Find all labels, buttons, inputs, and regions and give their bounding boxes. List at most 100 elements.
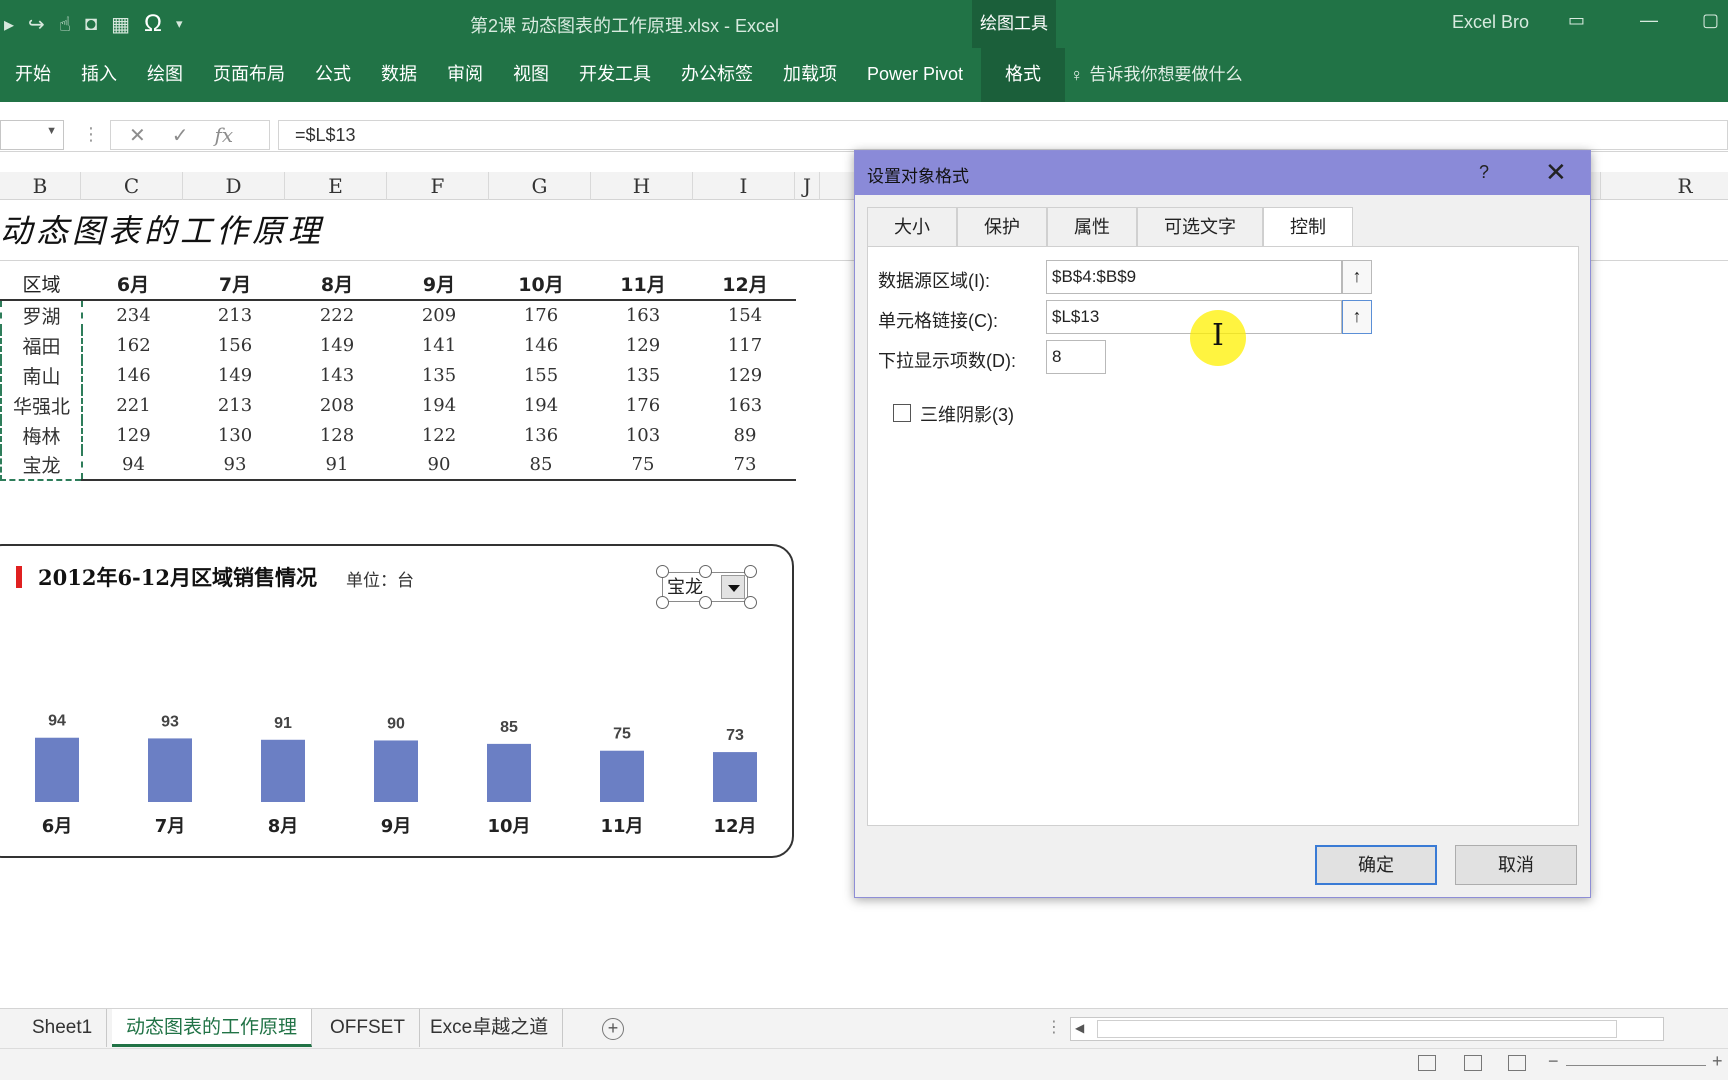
- tab-size[interactable]: 大小: [867, 207, 957, 247]
- value-cell[interactable]: 117: [694, 330, 796, 360]
- value-cell[interactable]: 176: [592, 390, 694, 420]
- value-cell[interactable]: 194: [388, 390, 490, 420]
- redo-icon[interactable]: ↪: [24, 12, 49, 37]
- value-cell[interactable]: 209: [388, 300, 490, 330]
- tab-add-ins[interactable]: 加载项: [768, 48, 852, 102]
- tab-alt-text[interactable]: 可选文字: [1137, 207, 1263, 247]
- value-cell[interactable]: 154: [694, 300, 796, 330]
- value-cell[interactable]: 221: [82, 390, 184, 420]
- value-cell[interactable]: 162: [82, 330, 184, 360]
- tab-home[interactable]: 开始: [0, 48, 66, 102]
- chart-bar[interactable]: [487, 743, 531, 802]
- region-cell[interactable]: 罗湖: [0, 299, 83, 330]
- tab-developer[interactable]: 开发工具: [564, 48, 666, 102]
- value-cell[interactable]: 129: [694, 360, 796, 390]
- value-cell[interactable]: 213: [184, 390, 286, 420]
- value-cell[interactable]: 122: [388, 420, 490, 450]
- value-cell[interactable]: 75: [592, 450, 694, 481]
- value-cell[interactable]: 129: [82, 420, 184, 450]
- add-sheet-icon[interactable]: +: [602, 1018, 624, 1040]
- sheet-tab-sheet1[interactable]: Sheet1: [18, 1009, 108, 1047]
- ok-button[interactable]: 确定: [1315, 845, 1437, 885]
- region-header[interactable]: 区域: [1, 268, 82, 301]
- chart-bar[interactable]: [261, 739, 305, 802]
- value-cell[interactable]: 94: [82, 450, 184, 481]
- value-cell[interactable]: 156: [184, 330, 286, 360]
- value-cell[interactable]: 176: [490, 300, 592, 330]
- column-header-i[interactable]: I: [693, 172, 795, 200]
- column-header-g[interactable]: G: [489, 172, 591, 200]
- input-range-field[interactable]: $B$4:$B$9: [1046, 260, 1342, 294]
- chart-bar[interactable]: [374, 740, 418, 802]
- tab-formulas[interactable]: 公式: [300, 48, 366, 102]
- resize-handle[interactable]: [656, 565, 669, 578]
- value-cell[interactable]: 90: [388, 450, 490, 481]
- omega-icon[interactable]: Ω: [140, 10, 166, 38]
- value-cell[interactable]: 146: [82, 360, 184, 390]
- camera-icon[interactable]: ◘: [81, 13, 101, 36]
- resize-handle[interactable]: [699, 565, 712, 578]
- cancel-icon[interactable]: ✕: [129, 123, 146, 148]
- normal-view-icon[interactable]: [1418, 1055, 1436, 1071]
- enter-icon[interactable]: ✓: [172, 123, 189, 148]
- touch-mode-icon[interactable]: ☝: [55, 12, 75, 37]
- value-cell[interactable]: 93: [184, 450, 286, 481]
- value-cell[interactable]: 128: [286, 420, 388, 450]
- scroll-left-icon[interactable]: ◀: [1075, 1021, 1084, 1035]
- page-break-view-icon[interactable]: [1508, 1055, 1526, 1071]
- insert-function-icon[interactable]: fx: [215, 123, 234, 147]
- region-cell[interactable]: 华强北: [0, 390, 83, 420]
- resize-handle[interactable]: [656, 596, 669, 609]
- column-header-h[interactable]: H: [591, 172, 693, 200]
- resize-handle[interactable]: [744, 596, 757, 609]
- sales-chart[interactable]: 2012年6-12月区域销售情况 单位：台 94 6月 93 7月 91 8月 90 9月 85…: [0, 544, 794, 858]
- collapse-dialog-icon[interactable]: ↑: [1342, 300, 1372, 334]
- collapse-dialog-icon[interactable]: ↑: [1342, 260, 1372, 294]
- sheet-tab-dynamic-chart[interactable]: 动态图表的工作原理: [112, 1009, 313, 1047]
- column-header-j[interactable]: J: [795, 172, 820, 200]
- column-header-r[interactable]: R: [1600, 172, 1728, 200]
- minimize-icon[interactable]: —: [1640, 10, 1658, 31]
- calculator-icon[interactable]: ▦: [107, 12, 134, 37]
- cancel-button[interactable]: 取消: [1455, 845, 1577, 885]
- value-cell[interactable]: 129: [592, 330, 694, 360]
- value-cell[interactable]: 163: [694, 390, 796, 420]
- value-cell[interactable]: 89: [694, 420, 796, 450]
- value-cell[interactable]: 135: [592, 360, 694, 390]
- month-header[interactable]: 8月: [286, 268, 388, 301]
- tab-draw[interactable]: 绘图: [132, 48, 198, 102]
- value-cell[interactable]: 143: [286, 360, 388, 390]
- value-cell[interactable]: 135: [388, 360, 490, 390]
- scrollbar-thumb[interactable]: [1097, 1020, 1617, 1038]
- column-header-c[interactable]: C: [81, 172, 183, 200]
- zoom-out-icon[interactable]: −: [1548, 1051, 1559, 1072]
- tab-office-tabs[interactable]: 办公标签: [666, 48, 768, 102]
- tab-properties[interactable]: 属性: [1047, 207, 1137, 247]
- user-name[interactable]: Excel Bro: [1452, 12, 1529, 33]
- chevron-down-icon[interactable]: ▼: [46, 125, 57, 137]
- chart-bar[interactable]: [35, 737, 79, 802]
- value-cell[interactable]: 213: [184, 300, 286, 330]
- value-cell[interactable]: 146: [490, 330, 592, 360]
- tab-view[interactable]: 视图: [498, 48, 564, 102]
- column-header-e[interactable]: E: [285, 172, 387, 200]
- column-header-d[interactable]: D: [183, 172, 285, 200]
- sheet-tab-offset[interactable]: OFFSET: [316, 1009, 420, 1047]
- value-cell[interactable]: 208: [286, 390, 388, 420]
- tab-data[interactable]: 数据: [366, 48, 432, 102]
- help-icon[interactable]: ?: [1479, 162, 1489, 183]
- close-icon[interactable]: ✕: [1545, 157, 1567, 188]
- month-header[interactable]: 11月: [592, 268, 694, 301]
- name-box[interactable]: ▼: [0, 120, 64, 150]
- chart-bar[interactable]: [148, 738, 192, 802]
- sheet-title[interactable]: 动态图表的工作原理: [0, 206, 324, 252]
- tell-me-search[interactable]: ♀ 告诉我你想要做什么: [1070, 48, 1243, 102]
- month-header[interactable]: 10月: [490, 268, 592, 301]
- customize-qat-icon[interactable]: ▾: [172, 16, 187, 32]
- save-icon[interactable]: ▸: [0, 12, 18, 37]
- dropdown-arrow-icon[interactable]: [721, 575, 745, 599]
- dropdown-lines-field[interactable]: 8: [1046, 340, 1106, 374]
- value-cell[interactable]: 155: [490, 360, 592, 390]
- region-cell[interactable]: 梅林: [0, 420, 83, 450]
- month-header[interactable]: 9月: [388, 268, 490, 301]
